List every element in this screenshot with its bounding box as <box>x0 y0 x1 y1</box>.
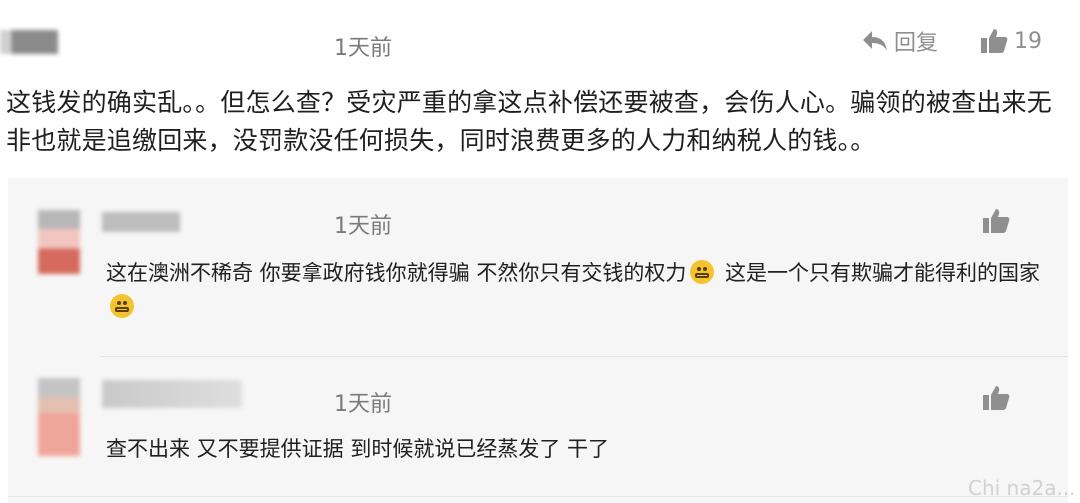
reply-label: 回复 <box>894 31 939 56</box>
zipper-mouth-face-icon <box>110 294 134 318</box>
reply-divider <box>100 356 1068 357</box>
reply-arrow-icon <box>863 31 887 51</box>
reply-2-like-icon[interactable] <box>982 385 1010 411</box>
reply-1-text-part2: 这是一个只有欺骗才能得利的国家 <box>718 261 1041 285</box>
thumbs-up-icon <box>981 29 1008 53</box>
reply-2-username-blurred <box>102 380 242 408</box>
reply-1-text: 这在澳洲不稀奇 你要拿政府钱你就得骗 不然你只有交钱的权力 这是一个只有欺骗才能… <box>106 256 1056 324</box>
zipper-mouth-face-icon <box>690 260 715 284</box>
top-comment-text: 这钱发的确实乱。。但怎么查？受灾严重的拿这点补偿还要被查，会伤人心。骗领的被查出… <box>6 88 1052 155</box>
like-button[interactable]: 19 <box>980 26 1042 56</box>
reply-2-text: 查不出来 又不要提供证据 到时候就说已经蒸发了 干了 <box>106 437 610 461</box>
reply-1-text-part1: 这在澳洲不稀奇 你要拿政府钱你就得骗 不然你只有交钱的权力 <box>106 261 687 285</box>
reply-1-avatar-blurred <box>38 210 80 274</box>
top-comment-avatar-blurred <box>0 30 58 54</box>
reply-button[interactable]: 回复 <box>862 26 938 56</box>
reply-2-avatar-blurred <box>38 378 80 456</box>
reply-2-time: 1天前 <box>334 392 392 417</box>
like-count: 19 <box>1014 28 1042 54</box>
reply-1-like-icon[interactable] <box>982 208 1010 234</box>
top-comment-time: 1天前 <box>334 36 392 61</box>
watermark: Chi na2a... <box>968 476 1076 500</box>
bottom-divider <box>8 496 1068 497</box>
reply-1-username-blurred <box>102 212 180 232</box>
reply-1-time: 1天前 <box>334 214 392 239</box>
